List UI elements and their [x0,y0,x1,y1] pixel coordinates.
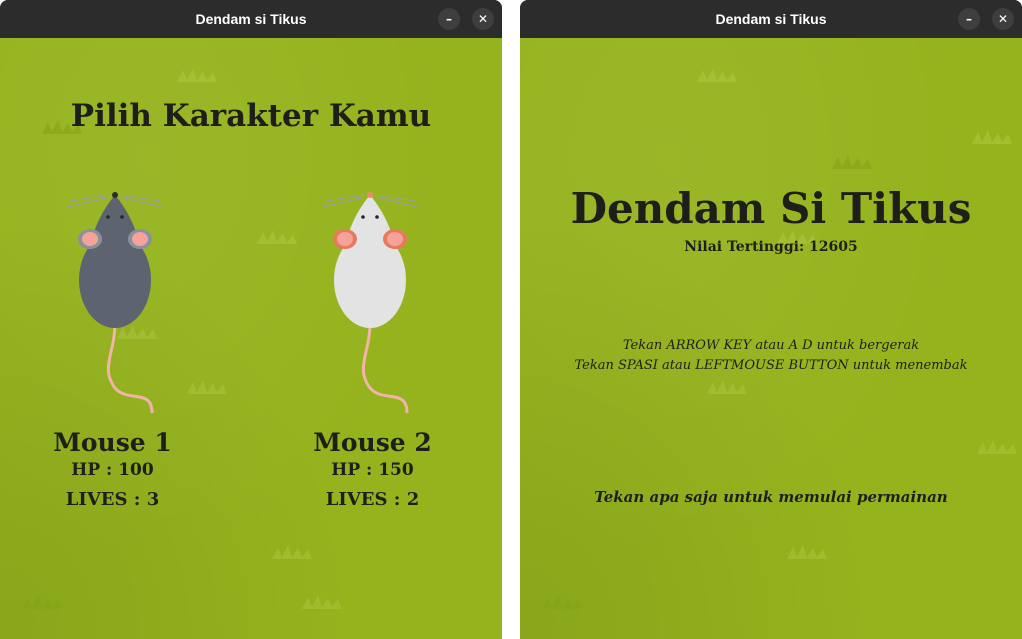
character-hp: HP : 100 [71,460,154,480]
close-icon: ✕ [477,12,489,26]
minimize-icon: – [446,12,452,26]
game-canvas[interactable]: Pilih Karakter Kamu Mouse 1 HP : 100 LIV… [0,38,502,639]
page-title: Pilih Karakter Kamu [70,98,432,134]
character-lives: LIVES : 3 [65,489,160,510]
grass-tuft-icon [697,68,737,82]
high-score: Nilai Tertinggi: 12605 [684,239,858,255]
grass-tuft-icon [977,440,1017,454]
character-lives: LIVES : 2 [325,489,420,510]
grass-tuft-icon [22,595,62,609]
close-button[interactable]: ✕ [992,8,1014,30]
grass-tuft-icon [257,230,297,244]
window-title: Dendam si Tikus [195,11,307,27]
instruction-move: Tekan ARROW KEY atau A D untuk bergerak [622,338,920,353]
grass-tuft-icon [832,155,872,169]
character-name: Mouse 1 [53,428,172,457]
minimize-button[interactable]: – [438,8,460,30]
minimize-button[interactable]: – [958,8,980,30]
mouse-2-sprite-icon [322,192,418,414]
close-icon: ✕ [997,12,1009,26]
grass-tuft-icon [707,380,747,394]
instruction-shoot: Tekan SPASI atau LEFTMOUSE BUTTON untuk … [574,358,968,373]
game-canvas[interactable]: Dendam Si Tikus Nilai Tertinggi: 12605 T… [520,38,1022,639]
minimize-icon: – [966,12,972,26]
start-prompt: Tekan apa saja untuk memulai permainan [594,488,948,506]
grass-tuft-icon [787,545,827,559]
grass-tuft-icon [542,595,582,609]
window-title: Dendam si Tikus [715,11,827,27]
title-bar[interactable]: Dendam si Tikus – ✕ [0,0,502,38]
grass-tuft-icon [302,595,342,609]
close-button[interactable]: ✕ [472,8,494,30]
title-screen-window: Dendam si Tikus – ✕ Dendam Si Tikus Nila… [520,0,1022,639]
character-name: Mouse 2 [313,428,432,457]
title-bar[interactable]: Dendam si Tikus – ✕ [520,0,1022,38]
game-title: Dendam Si Tikus [570,184,972,233]
character-hp: HP : 150 [331,460,414,480]
mouse-1-sprite-icon [67,192,163,414]
character-select-window: Dendam si Tikus – ✕ Pilih Karakter Kamu [0,0,502,639]
grass-tuft-icon [972,130,1012,144]
grass-tuft-icon [187,380,227,394]
grass-tuft-icon [177,68,217,82]
grass-tuft-icon [272,545,312,559]
